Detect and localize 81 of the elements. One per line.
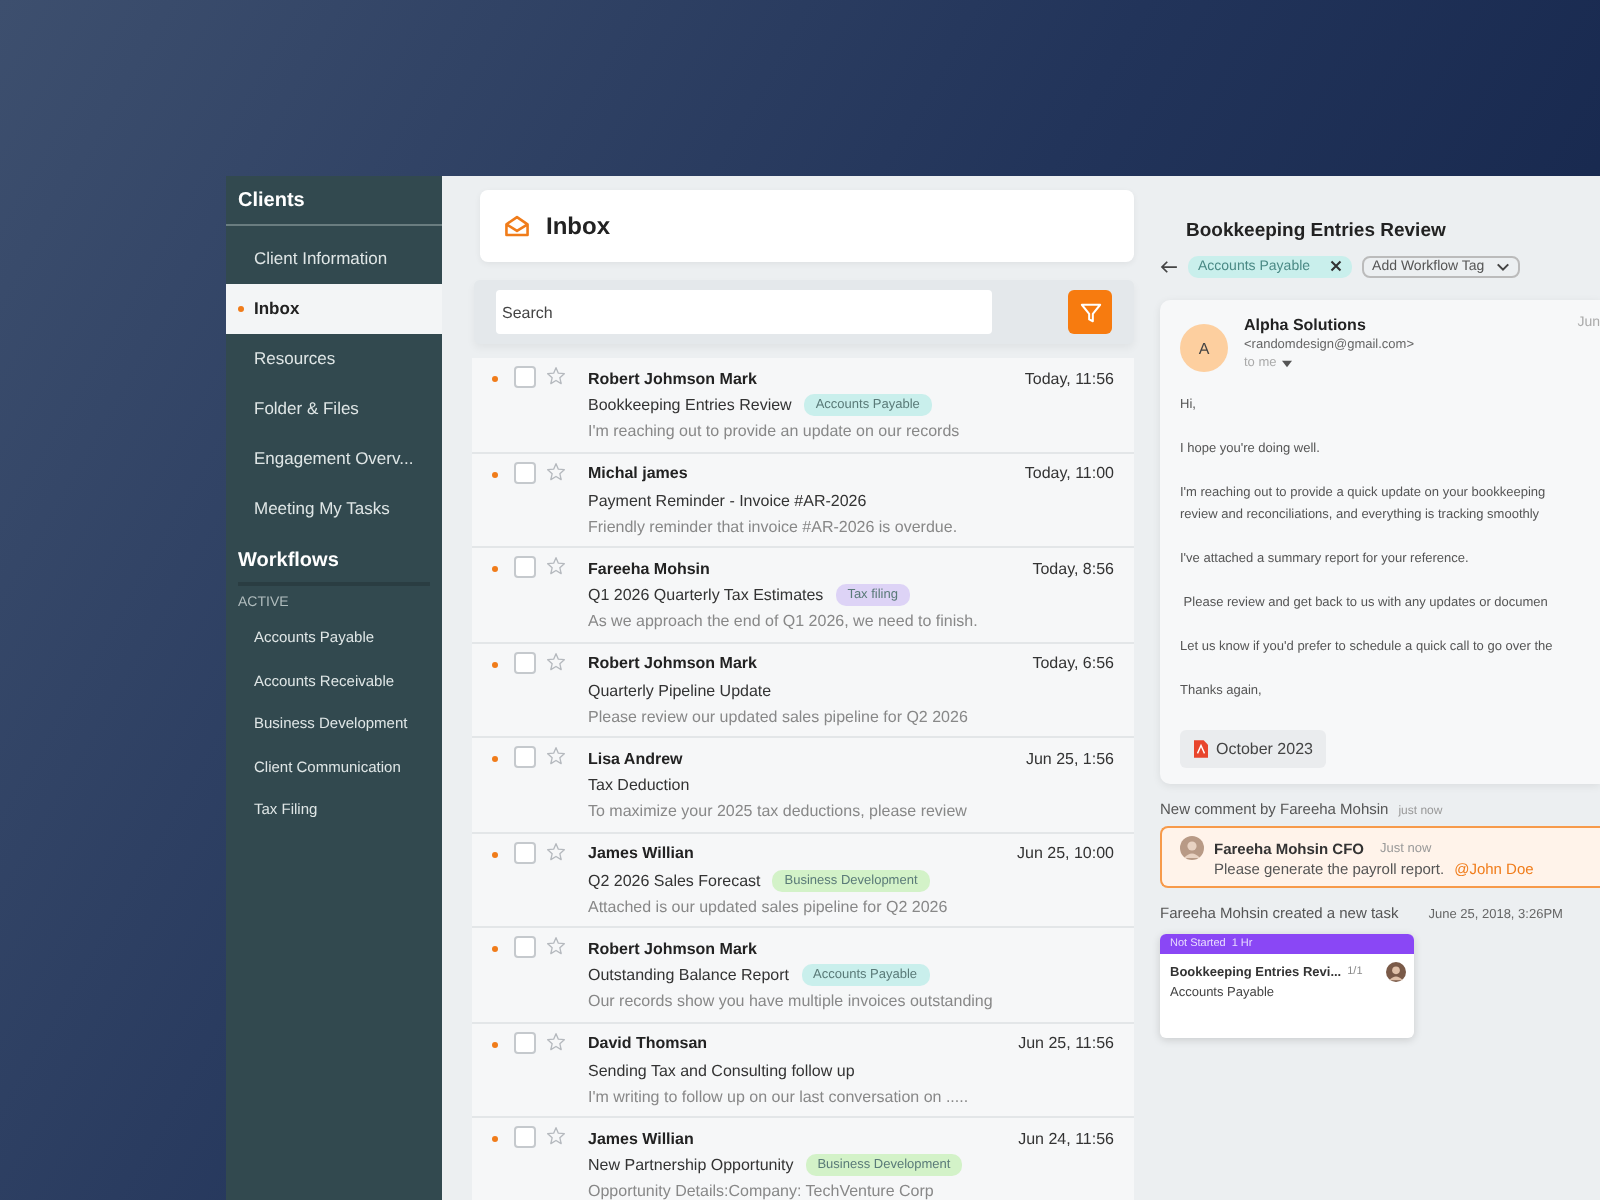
message-preview: Please review our updated sales pipeline for Q2 2026 [588,705,970,729]
caret-icon [1282,359,1293,367]
message-time: Today, 11:00 [1024,464,1114,482]
message-preview: Attached is our updated sales pipeline for Q2 2026 [588,895,950,919]
star-icon[interactable] [546,366,566,386]
star-icon[interactable] [546,746,566,766]
checkbox[interactable] [514,461,536,483]
message-subject: Q2 2026 Sales Forecast [588,871,761,889]
message-row[interactable]: Lisa Andrew Jun 25, 1:56 Tax Deduction To maximize your 2025 tax deductions, please review [472,738,1134,833]
sidebar-item[interactable]: Inbox [226,284,442,334]
back-arrow-icon[interactable] [1160,259,1178,273]
message-preview: To maximize your 2025 tax deductions, please review [588,800,969,824]
sidebar-item[interactable]: Meeting My Tasks [226,484,442,534]
sidebar-item[interactable]: Folder & Files [226,384,442,434]
message-subject: Tax Deduction [588,776,690,794]
message-subject: Payment Reminder - Invoice #AR-2026 [588,491,867,509]
message-time: Today, 11:56 [1024,369,1114,387]
checkbox[interactable] [514,841,536,863]
sidebar-item[interactable]: Engagement Overv... [226,434,442,484]
remove-icon[interactable] [1330,260,1343,272]
checkbox[interactable] [514,556,536,578]
checkbox[interactable] [514,746,536,768]
avatar-icon [1386,962,1406,982]
star-icon[interactable] [546,841,566,861]
sender-name: Robert Johmson Mark [588,654,757,672]
message-row[interactable]: Robert Johmson Mark Today, 6:56 Quarterly Pipeline Update Please review our updated sales pipeline for Q2 2026 [472,643,1134,738]
sender-name: James Willian [588,844,694,862]
sender-name: James Willian [588,1129,694,1147]
sender-name: David Thomsan [588,1034,708,1052]
pdf-file-icon [1194,740,1208,758]
message-preview: Friendly reminder that invoice #AR-2026 is overdue. [588,515,960,539]
avatar: A [1180,324,1228,372]
message-preview: Our records show you have multiple invoices outstanding [588,990,995,1014]
star-icon[interactable] [546,556,566,576]
checkbox[interactable] [514,936,536,958]
message-preview: As we approach the end of Q1 2026, we need to finish. [588,610,980,634]
message-row[interactable]: David Thomsan Jun 25, 11:56 Sending Tax and Consulting follow up I'm writing to follow up on our last conversation on ..... [472,1023,1134,1118]
filter-button[interactable] [1068,290,1112,334]
sender-name: Robert Johmson Mark [588,369,757,387]
sender-name: Michal james [588,464,688,482]
search-field[interactable]: Search [496,290,992,334]
envelope-icon [504,214,530,238]
star-icon[interactable] [546,936,566,956]
sender-name: Robert Johmson Mark [588,939,757,957]
message-time: Today, 8:56 [1032,559,1114,577]
star-icon[interactable] [546,1031,566,1051]
message-subject: Quarterly Pipeline Update [588,681,772,699]
sender-name: Fareeha Mohsin [588,559,710,577]
checkbox[interactable] [514,1126,536,1148]
checkbox[interactable] [514,1031,536,1053]
star-icon[interactable] [546,461,566,481]
message-subject: Sending Tax and Consulting follow up [588,1061,855,1079]
sidebar-item[interactable]: Client Information [226,234,442,284]
star-icon[interactable] [546,1126,566,1146]
message-time: Today, 6:56 [1032,654,1114,672]
message-subject: Outstanding Balance Report [588,966,790,984]
section-title: Clients [226,176,442,226]
message-time: Jun 25, 10:00 [1017,844,1114,862]
message-row[interactable]: Michal james Today, 11:00 Payment Reminder - Invoice #AR-2026 Friendly reminder that invoice #AR-2026 is overdue. [472,453,1134,548]
message-preview: I'm reaching out to provide an update on our records [588,420,962,444]
message-preview: Opportunity Details:Company: TechVenture Corp [588,1180,936,1200]
message-time: Jun 25, 11:56 [1018,1034,1114,1052]
message-time: Jun 24, 11:56 [1018,1129,1114,1147]
message-subject: Q1 2026 Quarterly Tax Estimates [588,586,824,604]
star-icon[interactable] [546,651,566,671]
filter-icon [1079,301,1101,323]
chevron-down-icon [1496,261,1511,271]
message-subject: New Partnership Opportunity [588,1156,794,1174]
checkbox[interactable] [514,651,536,673]
message-preview: I'm writing to follow up on our last conversation on ..... [588,1085,971,1109]
inbox-title: Inbox [546,212,610,240]
section-title: Workflows [238,538,430,586]
message-subject: Bookkeeping Entries Review [588,396,792,414]
avatar-icon [1180,836,1204,860]
attachment-chip[interactable]: October 2023 [1180,730,1327,768]
email-title: Bookkeeping Entries Review [1184,218,1448,246]
message-time: Jun 25, 1:56 [1025,749,1114,767]
sender-name: Alpha Solutions [1244,316,1368,334]
checkbox[interactable] [514,366,536,388]
sidebar-item[interactable]: Resources [226,334,442,384]
sender-name: Lisa Andrew [588,749,683,767]
